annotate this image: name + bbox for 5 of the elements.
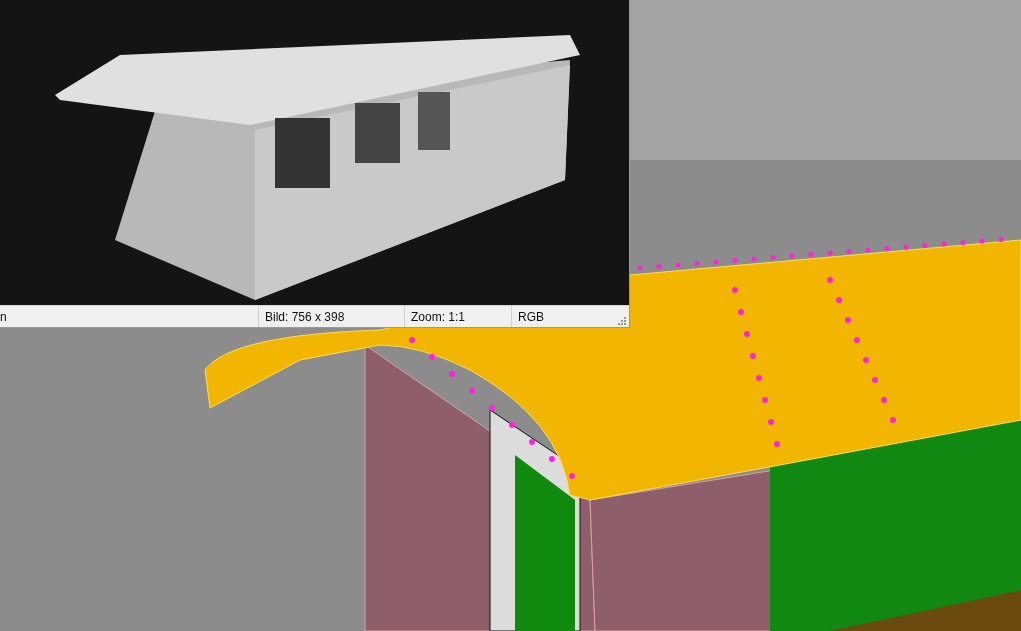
status-text: Bild: 756 x 398 [258,306,404,327]
status-text: RGB [511,306,618,327]
resize-grip-icon[interactable] [618,317,626,325]
status-text: n [0,308,8,326]
status-text: Zoom: 1:1 [404,306,511,327]
